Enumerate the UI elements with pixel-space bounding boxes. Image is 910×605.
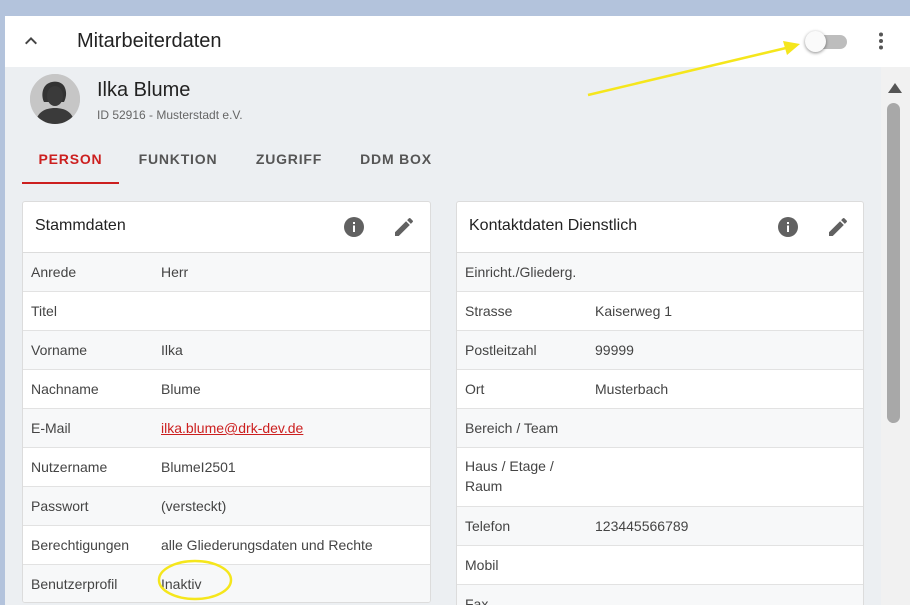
- stammdaten-card: Stammdaten Anrede Herr Titel Vorname Ilk…: [22, 201, 431, 603]
- edit-icon: [395, 217, 413, 236]
- row-label: Bereich / Team: [465, 420, 559, 436]
- user-avatar-icon: [30, 74, 80, 124]
- row-value: Musterbach: [595, 381, 669, 397]
- table-row: Benutzerprofil Inaktiv: [23, 565, 430, 602]
- triangle-up-icon: [888, 83, 902, 93]
- table-row: E-Mail ilka.blume@drk-dev.de: [23, 409, 430, 448]
- email-link[interactable]: ilka.blume@drk-dev.de: [161, 420, 303, 436]
- stammdaten-rows: Anrede Herr Titel Vorname Ilka Nachname …: [23, 253, 430, 602]
- row-label: Postleitzahl: [465, 342, 537, 358]
- edit-icon: [829, 217, 847, 236]
- edit-button[interactable]: [826, 215, 850, 239]
- profile-status-value: Inaktiv: [161, 576, 202, 592]
- row-value: Blume: [161, 381, 201, 397]
- chevron-up-icon: [25, 37, 37, 45]
- row-label: Einricht./Gliederg.: [465, 264, 577, 280]
- scroll-up-arrow[interactable]: [888, 80, 902, 93]
- row-label: Anrede: [31, 264, 77, 280]
- table-row: Ort Musterbach: [457, 370, 863, 409]
- table-row: Haus / Etage / Raum: [457, 448, 863, 507]
- table-row: Mobil: [457, 546, 863, 585]
- card-header: Kontaktdaten Dienstlich: [457, 202, 863, 253]
- table-row: Berechtigungen alle Gliederungsdaten und…: [23, 526, 430, 565]
- card-title: Kontaktdaten Dienstlich: [469, 217, 638, 234]
- card-header: Stammdaten: [23, 202, 430, 253]
- row-label: Berechtigungen: [31, 537, 130, 553]
- edit-button[interactable]: [392, 215, 416, 239]
- active-toggle[interactable]: [805, 31, 847, 52]
- table-row: Titel: [23, 292, 430, 331]
- kontaktdaten-card: Kontaktdaten Dienstlich Einricht./Gliede…: [456, 201, 864, 605]
- more-menu-button[interactable]: [869, 29, 893, 53]
- row-value: Ilka: [161, 342, 183, 358]
- employee-panel: Mitarbeiterdaten Ilka Blume ID 52916 - M…: [5, 16, 910, 605]
- kontakt-rows: Einricht./Gliederg. Strasse Kaiserweg 1 …: [457, 253, 863, 605]
- table-row: Postleitzahl 99999: [457, 331, 863, 370]
- table-row: Anrede Herr: [23, 253, 430, 292]
- row-label: Mobil: [465, 557, 499, 573]
- table-row: Telefon 123445566789: [457, 507, 863, 546]
- row-label: Benutzerprofil: [31, 576, 118, 592]
- row-label: Titel: [31, 303, 57, 319]
- toggle-knob: [805, 31, 826, 52]
- table-row: Vorname Ilka: [23, 331, 430, 370]
- table-row: Nutzername BlumeI2501: [23, 448, 430, 487]
- table-row: Bereich / Team: [457, 409, 863, 448]
- row-value: 99999: [595, 342, 634, 358]
- row-label: Strasse: [465, 303, 513, 319]
- table-row: Fax: [457, 585, 863, 605]
- panel-header: Mitarbeiterdaten: [5, 16, 910, 67]
- person-id: ID 52916 - Musterstadt e.V.: [97, 108, 243, 122]
- info-button[interactable]: [776, 215, 800, 239]
- row-label-line-2: Raum: [465, 478, 503, 494]
- row-label: E-Mail: [31, 420, 71, 436]
- info-icon: [778, 217, 798, 237]
- row-label: Passwort: [31, 498, 89, 514]
- table-row: Strasse Kaiserweg 1: [457, 292, 863, 331]
- scrollbar[interactable]: [881, 67, 910, 605]
- row-label: Nachname: [31, 381, 99, 397]
- row-label: Haus / Etage /: [465, 458, 554, 474]
- collapse-button[interactable]: [19, 29, 43, 53]
- tab-funktion[interactable]: FUNKTION: [126, 136, 230, 184]
- row-value: (versteckt): [161, 498, 227, 514]
- table-row: Passwort (versteckt): [23, 487, 430, 526]
- row-value: Herr: [161, 264, 189, 280]
- panel-title: Mitarbeiterdaten: [77, 30, 222, 52]
- row-label: Fax: [465, 596, 489, 605]
- more-vert-icon: [879, 32, 883, 50]
- row-value: alle Gliederungsdaten und Rechte: [161, 537, 373, 553]
- row-value: Kaiserweg 1: [595, 303, 673, 319]
- card-title: Stammdaten: [35, 217, 126, 234]
- info-icon: [344, 217, 364, 237]
- row-value: BlumeI2501: [161, 459, 236, 475]
- row-label: Nutzername: [31, 459, 108, 475]
- person-name: Ilka Blume: [97, 79, 191, 101]
- row-label: Vorname: [31, 342, 88, 358]
- info-button[interactable]: [342, 215, 366, 239]
- tab-ddm-box[interactable]: DDM BOX: [345, 136, 447, 184]
- row-value: 123445566789: [595, 518, 689, 534]
- tab-zugriff[interactable]: ZUGRIFF: [239, 136, 339, 184]
- row-label: Telefon: [465, 518, 511, 534]
- row-label: Ort: [465, 381, 485, 397]
- scroll-thumb[interactable]: [887, 103, 900, 423]
- table-row: Einricht./Gliederg.: [457, 253, 863, 292]
- tab-person[interactable]: PERSON: [22, 136, 119, 184]
- table-row: Nachname Blume: [23, 370, 430, 409]
- email-value: ilka.blume@drk-dev.de: [161, 420, 303, 436]
